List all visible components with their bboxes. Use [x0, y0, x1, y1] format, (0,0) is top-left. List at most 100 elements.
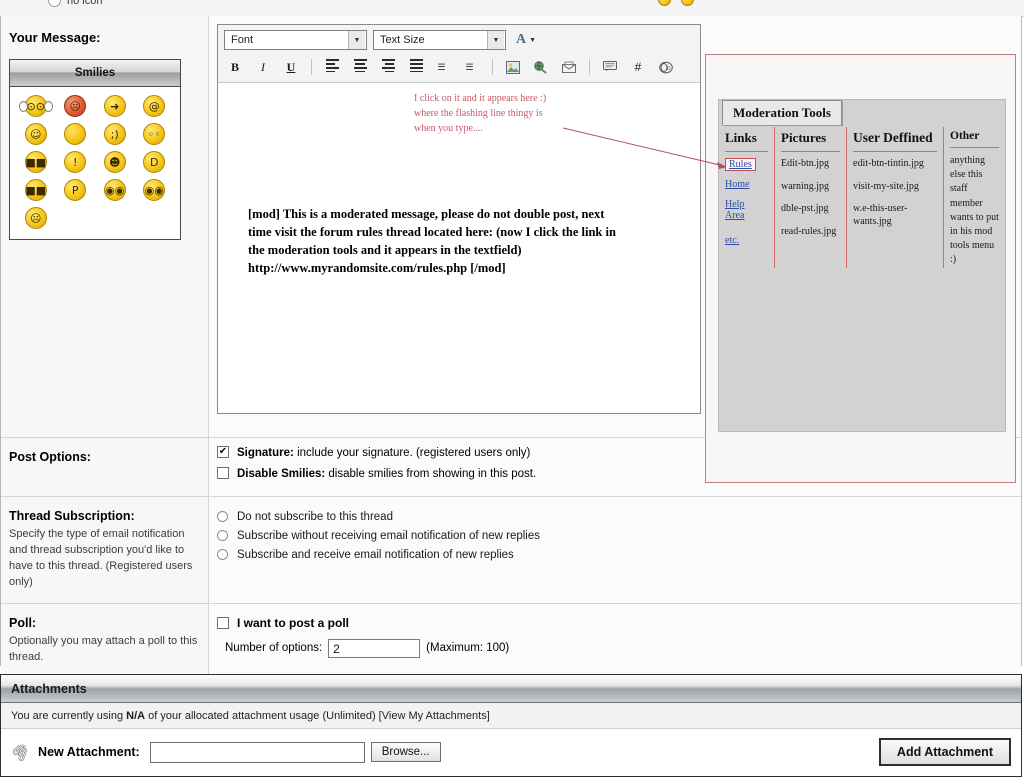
browse-button[interactable]: Browse...	[370, 742, 441, 762]
smiley-face-glyph: ☻	[109, 155, 121, 169]
poll-checkbox[interactable]	[217, 616, 229, 629]
signature-checkbox[interactable]: ✔	[217, 446, 229, 458]
chevron-down-icon: ▼	[348, 31, 365, 49]
post-icon-preview[interactable]	[681, 0, 694, 6]
no-icon-radio[interactable]	[48, 0, 61, 7]
smiley-happy[interactable]: ☻	[103, 151, 126, 173]
svg-text:D: D	[667, 67, 671, 72]
align-left-button[interactable]	[321, 57, 343, 77]
annotation-line-1: I click on it and it appears here :)	[414, 93, 547, 104]
subscription-option-email[interactable]: Subscribe and receive email notification…	[217, 549, 1013, 561]
mod-userdef-item[interactable]: visit-my-site.jpg	[853, 181, 937, 194]
thread-subscription-body: Do not subscribe to this thread Subscrib…	[209, 496, 1021, 603]
poll-number-input[interactable]: 2	[328, 638, 421, 658]
column-header-pictures: Pictures	[781, 127, 840, 152]
insert-video-icon[interactable]: D	[655, 57, 677, 77]
align-justify-button[interactable]	[405, 57, 427, 77]
poll-row: Poll: Optionally you may attach a poll t…	[1, 603, 1021, 678]
smiley-glasses[interactable]: ◉◉	[143, 179, 166, 201]
mod-userdef-item[interactable]: w.e-this-user-wants.jpg	[853, 203, 937, 228]
align-center-button[interactable]	[349, 57, 371, 77]
mod-userdef-item[interactable]: edit-btn-tintin.jpg	[853, 158, 937, 171]
subscription-label-no-email: Subscribe without receiving email notifi…	[237, 529, 540, 542]
thread-subscription-label-cell: Thread Subscription: Specify the type of…	[1, 496, 209, 603]
mod-link-help[interactable]: Help	[725, 199, 768, 210]
smiley-wink[interactable]: ;)	[103, 123, 126, 145]
align-right-button[interactable]	[377, 57, 399, 77]
post-icon-preview[interactable]	[658, 0, 671, 6]
mod-other-text: anything else this staff member wants to…	[950, 155, 999, 266]
subscription-radio-email[interactable]	[217, 549, 228, 561]
insert-link-icon[interactable]	[530, 57, 552, 77]
smiley-angry[interactable]: ☹	[64, 95, 87, 117]
mod-link-etc[interactable]: etc.	[725, 235, 768, 246]
smiley-roll-eyes[interactable]: ◦◦	[143, 123, 166, 145]
poll-option[interactable]: I want to post a poll	[217, 616, 1013, 630]
editor-toolbar: Font ▼ Text Size ▼ A ▼ B I U ☰ ☰ # D	[218, 25, 700, 83]
poll-maximum-note: (Maximum: 100)	[426, 642, 510, 655]
font-size-select[interactable]: Text Size ▼	[373, 30, 506, 50]
post-options-label-cell: Post Options:	[1, 438, 209, 496]
mod-picture-item[interactable]: dble-pst.jpg	[781, 203, 840, 216]
smiley-arrow-right[interactable]: ➜	[103, 95, 126, 117]
smiley-laugh[interactable]: D	[143, 151, 166, 173]
smiley-cool-sunglasses[interactable]: ■■	[24, 151, 47, 173]
subscription-radio-no-email[interactable]	[217, 530, 228, 542]
smiley-blank[interactable]	[64, 123, 87, 145]
signature-label: Signature:	[237, 447, 294, 459]
bold-button[interactable]: B	[224, 57, 246, 77]
add-attachment-button[interactable]: Add Attachment	[878, 738, 1011, 766]
column-header-links: Links	[725, 127, 768, 152]
underline-button[interactable]: U	[280, 57, 302, 77]
toolbar-divider	[311, 59, 312, 75]
smiley-face-glyph: ➜	[110, 99, 120, 113]
mod-link-home[interactable]: Home	[725, 179, 768, 190]
post-icon-row-clipped: no icon	[0, 0, 1024, 17]
mod-picture-item[interactable]: warning.jpg	[781, 181, 840, 194]
mod-picture-item[interactable]: Edit-btn.jpg	[781, 158, 840, 171]
mod-picture-item[interactable]: read-rules.jpg	[781, 226, 840, 239]
smilies-grid: ⊙⊙ ☹ ➜ @ ☺;) ◦◦ ■■! ☻ D ■■ P ◉◉ ◉◉ ☹	[10, 87, 180, 239]
mod-link-area[interactable]: Area	[725, 210, 768, 221]
signature-desc: include your signature. (registered user…	[293, 447, 531, 459]
smiley-angel-ears[interactable]: ⊙⊙	[18, 95, 53, 117]
disable-smilies-checkbox[interactable]	[217, 466, 229, 479]
insert-code-icon[interactable]: #	[627, 57, 649, 77]
smiley-face-glyph: ◦◦	[147, 127, 161, 141]
new-attachment-label: New Attachment:	[38, 745, 140, 759]
font-family-value: Font	[231, 34, 254, 46]
insert-quote-icon[interactable]	[599, 57, 621, 77]
subscription-option-none[interactable]: Do not subscribe to this thread	[217, 511, 1013, 523]
font-color-button[interactable]: A ▼	[516, 32, 536, 48]
smilies-panel: Smilies ⊙⊙ ☹ ➜ @ ☺;) ◦◦ ■■! ☻ D ■■ P ◉◉ ◉◉ ☹	[9, 59, 181, 240]
font-family-select[interactable]: Font ▼	[224, 30, 367, 50]
thread-subscription-description: Specify the type of email notification a…	[9, 527, 193, 588]
subscription-option-no-email[interactable]: Subscribe without receiving email notifi…	[217, 530, 1013, 542]
smiley-nerd[interactable]: ◉◉	[103, 179, 126, 201]
message-textarea[interactable]: I click on it and it appears here :) whe…	[218, 83, 700, 413]
mod-link-rules[interactable]: Rules	[725, 158, 756, 171]
new-attachment-input[interactable]	[149, 741, 365, 763]
message-line: time visit the forum rules thread locate…	[248, 225, 616, 240]
insert-email-icon[interactable]	[558, 57, 580, 77]
unordered-list-button[interactable]: ☰	[461, 57, 483, 77]
subscription-radio-none[interactable]	[217, 511, 228, 523]
poll-number-label: Number of options:	[225, 642, 323, 655]
moderation-column-user-defined: User Deffined edit-btn-tintin.jpg visit-…	[846, 127, 943, 268]
smiley-face-glyph: ◉◉	[144, 183, 164, 197]
smiley-confused[interactable]: ☹	[24, 207, 47, 229]
poll-body: I want to post a poll Number of options:…	[209, 603, 1021, 678]
smiley-at-sign[interactable]: @	[143, 95, 166, 117]
poll-label-cell: Poll: Optionally you may attach a poll t…	[1, 603, 209, 678]
smiley-tongue-out[interactable]: P	[64, 179, 87, 201]
smiley-exclamation[interactable]: !	[64, 151, 87, 173]
font-color-icon: A	[516, 32, 527, 47]
no-icon-label: no icon	[67, 0, 103, 7]
message-body-text: [mod] This is a moderated message, pleas…	[248, 205, 673, 278]
smiley-cool-two[interactable]: ■■	[24, 179, 47, 201]
column-header-user-defined: User Deffined	[853, 127, 937, 152]
italic-button[interactable]: I	[252, 57, 274, 77]
insert-image-icon[interactable]	[502, 57, 524, 77]
smiley-big-grin[interactable]: ☺	[24, 123, 47, 145]
ordered-list-button[interactable]: ☰	[433, 57, 455, 77]
